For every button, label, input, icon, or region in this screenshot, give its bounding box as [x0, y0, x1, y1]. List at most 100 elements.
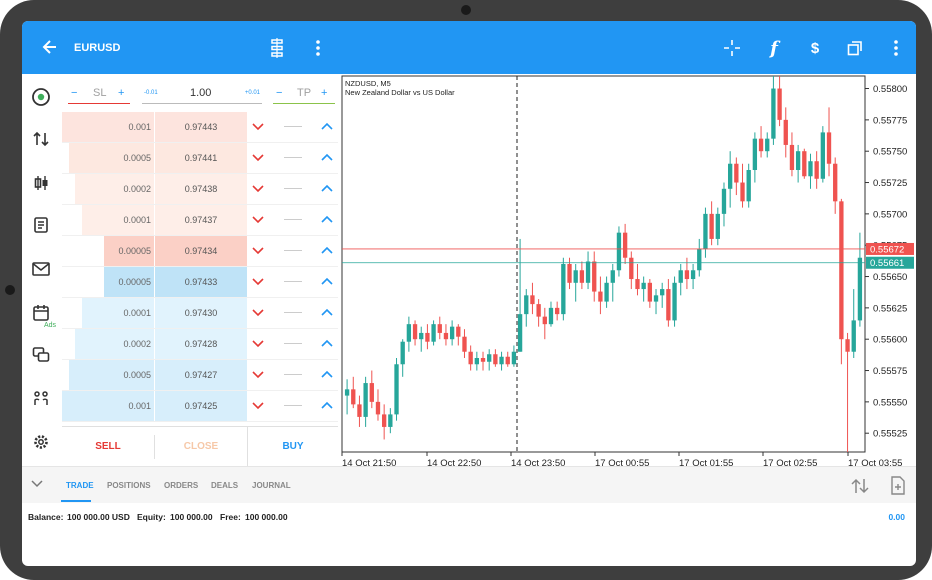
depth-row[interactable]: 0.0001 0.97437: [62, 205, 338, 236]
depth-row[interactable]: 0.00005 0.97434: [62, 236, 338, 267]
settings-gear-icon[interactable]: [30, 431, 52, 453]
candle-body: [641, 282, 646, 290]
sell-limit-chevron-icon[interactable]: [252, 184, 264, 194]
buy-limit-chevron-icon[interactable]: [321, 401, 333, 411]
tab-positions[interactable]: POSITIONS: [107, 481, 151, 490]
candle-body: [344, 389, 350, 396]
trade-dollar-icon[interactable]: $: [804, 37, 826, 59]
tp-minus-button[interactable]: −: [276, 87, 282, 99]
sell-limit-chevron-icon[interactable]: [252, 401, 264, 411]
chart-description-label: New Zealand Dollar vs US Dollar: [345, 88, 455, 97]
tab-orders[interactable]: ORDERS: [164, 481, 198, 490]
candle-body: [845, 339, 850, 352]
depth-row[interactable]: 0.00005 0.97433: [62, 267, 338, 298]
lot-decrease-button[interactable]: -0.01: [144, 90, 158, 96]
candle-body: [857, 257, 863, 321]
sell-limit-chevron-icon[interactable]: [252, 215, 264, 225]
depth-price[interactable]: 0.97443: [155, 112, 247, 142]
lot-increase-button[interactable]: +0.01: [245, 90, 260, 96]
stack-icon[interactable]: [266, 37, 288, 59]
candle-body: [456, 326, 461, 337]
windows-icon[interactable]: [844, 37, 866, 59]
depth-row[interactable]: 0.0002 0.97428: [62, 329, 338, 360]
mail-icon[interactable]: [30, 258, 52, 280]
community-icon[interactable]: [30, 388, 52, 410]
depth-volume: 0.0001: [123, 308, 151, 318]
depth-price[interactable]: 0.97437: [155, 205, 247, 235]
crosshair-icon[interactable]: [721, 37, 743, 59]
buy-limit-chevron-icon[interactable]: [321, 122, 333, 132]
depth-price[interactable]: 0.97428: [155, 329, 247, 359]
more-vert-icon[interactable]: [885, 37, 907, 59]
symbol-title[interactable]: EURUSD: [74, 42, 120, 54]
depth-price[interactable]: 0.97425: [155, 391, 247, 421]
calendar-icon[interactable]: [30, 302, 52, 324]
depth-price[interactable]: 0.97430: [155, 298, 247, 328]
sell-limit-chevron-icon[interactable]: [252, 370, 264, 380]
candlestick-chart[interactable]: 0.55800 0.55775 0.55750 0.55725 0.55700 0.556…: [340, 74, 916, 466]
tab-journal[interactable]: JOURNAL: [252, 481, 291, 490]
buy-limit-chevron-icon[interactable]: [321, 370, 333, 380]
candle-body: [585, 261, 591, 283]
depth-row[interactable]: 0.0005 0.97427: [62, 360, 338, 391]
buy-limit-chevron-icon[interactable]: [321, 277, 333, 287]
sell-limit-chevron-icon[interactable]: [252, 246, 264, 256]
buy-limit-chevron-icon[interactable]: [321, 215, 333, 225]
candle-body: [437, 324, 442, 333]
candle-body: [758, 138, 764, 152]
depth-divider: [284, 405, 302, 406]
candle-body: [771, 88, 776, 139]
news-icon[interactable]: [30, 214, 52, 236]
sell-limit-chevron-icon[interactable]: [252, 339, 264, 349]
bottom-tab-bar: TRADE POSITIONS ORDERS DEALS JOURNAL: [22, 466, 916, 503]
close-button[interactable]: CLOSE: [155, 427, 247, 467]
depth-price[interactable]: 0.97433: [155, 267, 247, 297]
swap-arrows-icon[interactable]: [30, 128, 52, 150]
more-vert-icon[interactable]: [307, 37, 329, 59]
stop-loss-field[interactable]: − SL +: [68, 82, 130, 104]
depth-price[interactable]: 0.97438: [155, 174, 247, 204]
tab-trade[interactable]: TRADE: [66, 481, 94, 490]
candlestick-chart-icon[interactable]: [30, 172, 52, 194]
depth-row[interactable]: 0.0001 0.97430: [62, 298, 338, 329]
function-icon[interactable]: f: [763, 37, 785, 59]
buy-limit-chevron-icon[interactable]: [321, 339, 333, 349]
sl-minus-button[interactable]: −: [71, 87, 77, 99]
quotes-icon[interactable]: [30, 86, 52, 108]
candle-body: [746, 170, 751, 202]
sell-button[interactable]: SELL: [62, 427, 154, 467]
buy-limit-chevron-icon[interactable]: [321, 308, 333, 318]
new-document-icon[interactable]: [890, 476, 906, 495]
candle-body: [517, 314, 523, 352]
lot-size-field[interactable]: -0.01 1.00 +0.01: [142, 82, 262, 104]
buy-limit-chevron-icon[interactable]: [321, 184, 333, 194]
back-arrow-icon[interactable]: [40, 37, 60, 57]
sell-limit-chevron-icon[interactable]: [252, 122, 264, 132]
depth-row[interactable]: 0.0002 0.97438: [62, 174, 338, 205]
sell-limit-chevron-icon[interactable]: [252, 153, 264, 163]
sort-arrows-icon[interactable]: [850, 477, 870, 495]
buy-limit-chevron-icon[interactable]: [321, 246, 333, 256]
tp-plus-button[interactable]: +: [321, 87, 327, 99]
depth-row[interactable]: 0.001 0.97443: [62, 112, 338, 143]
depth-row[interactable]: 0.0005 0.97441: [62, 143, 338, 174]
y-tick-label: 0.55775: [873, 115, 907, 126]
sl-plus-button[interactable]: +: [118, 87, 124, 99]
lot-value[interactable]: 1.00: [190, 87, 211, 99]
price-chart[interactable]: 0.55800 0.55775 0.55750 0.55725 0.55700 0.556…: [340, 74, 916, 466]
tab-deals[interactable]: DEALS: [211, 481, 238, 490]
depth-divider: [284, 343, 302, 344]
candle-body: [505, 356, 510, 365]
chat-icon[interactable]: [30, 344, 52, 366]
buy-limit-chevron-icon[interactable]: [321, 153, 333, 163]
depth-row[interactable]: 0.001 0.97425: [62, 391, 338, 422]
buy-button[interactable]: BUY: [248, 427, 338, 467]
depth-price[interactable]: 0.97441: [155, 143, 247, 173]
depth-price[interactable]: 0.97427: [155, 360, 247, 390]
sell-limit-chevron-icon[interactable]: [252, 277, 264, 287]
x-tick-label: 17 Oct 01:55: [679, 458, 733, 466]
sell-limit-chevron-icon[interactable]: [252, 308, 264, 318]
chevron-down-icon[interactable]: [31, 479, 43, 489]
depth-price[interactable]: 0.97434: [155, 236, 247, 266]
take-profit-field[interactable]: − TP +: [273, 82, 335, 104]
